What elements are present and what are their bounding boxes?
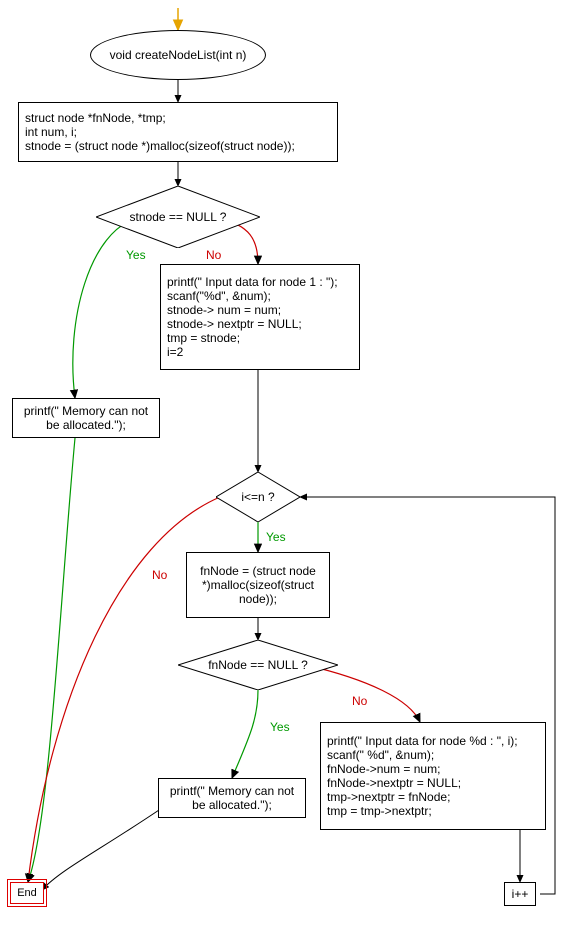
fn-null-decision: fnNode == NULL ? bbox=[178, 640, 338, 690]
init-first-node: printf(" Input data for node 1 : "); sca… bbox=[160, 264, 360, 370]
edge-label-yes: Yes bbox=[126, 248, 146, 262]
edge-label-yes: Yes bbox=[270, 720, 290, 734]
edge-label-no: No bbox=[206, 248, 221, 262]
decision-label: fnNode == NULL ? bbox=[178, 640, 338, 690]
edge-label-no: No bbox=[352, 694, 367, 708]
incr-node: i++ bbox=[504, 882, 536, 906]
fill-fn-node: printf(" Input data for node %d : ", i);… bbox=[320, 722, 546, 830]
start-node: void createNodeList(int n) bbox=[90, 30, 266, 80]
alloc-fn-node: fnNode = (struct node *)malloc(sizeof(st… bbox=[186, 552, 330, 618]
mem-fail-1-node: printf(" Memory can not be allocated."); bbox=[12, 398, 160, 438]
decision-label: stnode == NULL ? bbox=[96, 186, 260, 248]
edge-label-no: No bbox=[152, 568, 167, 582]
decision-label: i<=n ? bbox=[216, 472, 300, 522]
stnode-null-decision: stnode == NULL ? bbox=[96, 186, 260, 248]
edge-label-yes: Yes bbox=[266, 530, 286, 544]
end-node: End bbox=[10, 882, 44, 904]
loop-cond-decision: i<=n ? bbox=[216, 472, 300, 522]
flowchart-canvas: void createNodeList(int n) struct node *… bbox=[0, 0, 570, 929]
declare-node: struct node *fnNode, *tmp; int num, i; s… bbox=[18, 102, 338, 162]
mem-fail-2-node: printf(" Memory can not be allocated."); bbox=[158, 778, 306, 818]
